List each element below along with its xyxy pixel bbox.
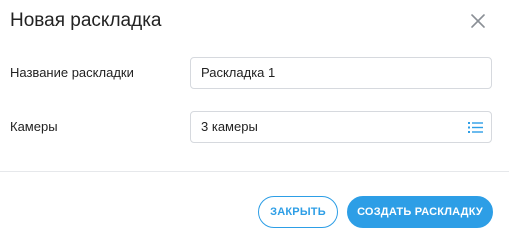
- layout-name-input[interactable]: Раскладка 1: [190, 57, 492, 89]
- close-icon[interactable]: [467, 10, 489, 32]
- cameras-select[interactable]: 3 камеры: [190, 111, 492, 143]
- close-button[interactable]: ЗАКРЫТЬ: [258, 196, 338, 228]
- create-layout-button[interactable]: СОЗДАТЬ РАСКЛАДКУ: [347, 196, 493, 228]
- cameras-label: Камеры: [10, 119, 58, 134]
- layout-name-label: Название раскладки: [10, 65, 134, 80]
- dialog-title: Новая раскладка: [10, 10, 162, 31]
- new-layout-dialog: Новая раскладка Название раскладки Раскл…: [0, 0, 509, 232]
- list-icon[interactable]: [468, 121, 483, 134]
- layout-name-value: Раскладка 1: [201, 65, 276, 80]
- cameras-value: 3 камеры: [201, 119, 258, 134]
- footer-divider: [0, 171, 509, 172]
